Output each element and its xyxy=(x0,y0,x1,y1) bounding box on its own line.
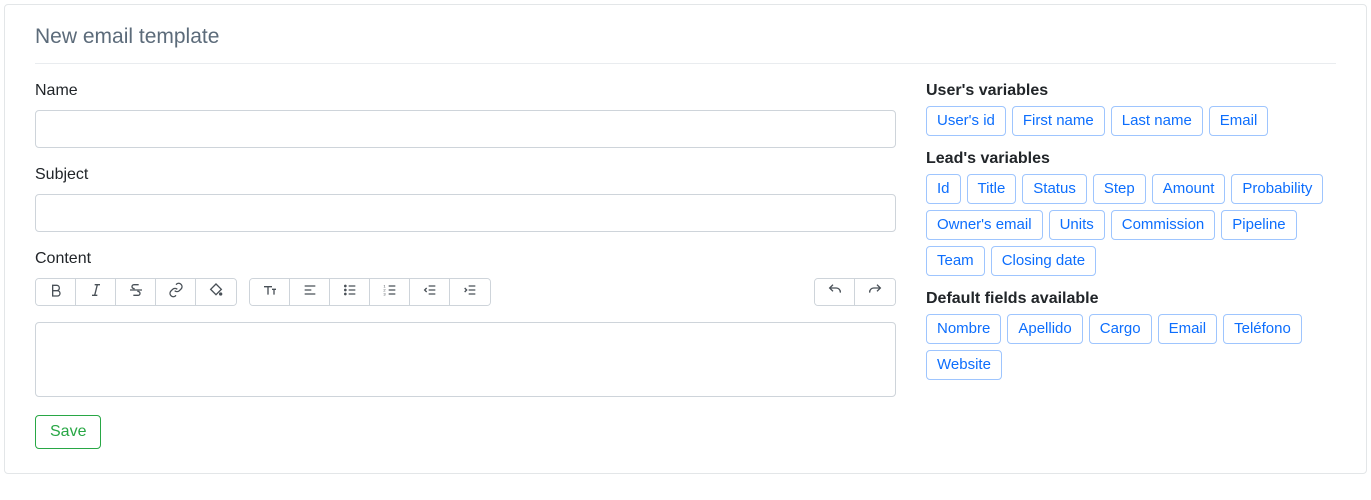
toolbar-group-history xyxy=(814,278,896,306)
unordered-list-icon xyxy=(342,282,358,303)
variable-tag[interactable]: Probability xyxy=(1231,174,1323,204)
redo-button[interactable] xyxy=(855,279,895,305)
undo-button[interactable] xyxy=(815,279,855,305)
variable-tag[interactable]: Owner's email xyxy=(926,210,1043,240)
variable-tag[interactable]: Nombre xyxy=(926,314,1001,344)
variable-tag[interactable]: Team xyxy=(926,246,985,276)
variable-tag[interactable]: Email xyxy=(1158,314,1218,344)
unordered-list-button[interactable] xyxy=(330,279,370,305)
strike-button[interactable] xyxy=(116,279,156,305)
default-fields-tags: Nombre Apellido Cargo Email Teléfono Web… xyxy=(926,314,1336,380)
card: New email template Name Subject Content xyxy=(4,4,1367,474)
bold-button[interactable] xyxy=(36,279,76,305)
user-variables-section: User's variables User's id First name La… xyxy=(926,82,1336,136)
undo-icon xyxy=(827,282,843,303)
name-group: Name xyxy=(35,82,896,148)
variable-tag[interactable]: Id xyxy=(926,174,961,204)
user-variables-heading: User's variables xyxy=(926,82,1336,100)
fill-icon xyxy=(208,282,224,303)
variable-tag[interactable]: Step xyxy=(1093,174,1146,204)
main-column: Name Subject Content xyxy=(35,82,896,449)
content-editor[interactable] xyxy=(35,322,896,397)
content-group: Content xyxy=(35,250,896,397)
variable-tag[interactable]: Pipeline xyxy=(1221,210,1296,240)
bold-icon xyxy=(48,282,64,303)
ordered-list-button[interactable]: 123 xyxy=(370,279,410,305)
outdent-icon xyxy=(422,282,438,303)
variable-tag[interactable]: Website xyxy=(926,350,1002,380)
variable-tag[interactable]: Teléfono xyxy=(1223,314,1302,344)
fontsize-icon xyxy=(262,282,278,303)
name-input[interactable] xyxy=(35,110,896,148)
subject-label: Subject xyxy=(35,166,896,184)
toolbar-group-format xyxy=(35,278,237,306)
editor-toolbar: 123 xyxy=(35,278,896,306)
toolbar-group-paragraph: 123 xyxy=(249,278,491,306)
lead-variables-section: Lead's variables Id Title Status Step Am… xyxy=(926,150,1336,276)
default-fields-heading: Default fields available xyxy=(926,290,1336,308)
fill-button[interactable] xyxy=(196,279,236,305)
variable-tag[interactable]: First name xyxy=(1012,106,1105,136)
content-label: Content xyxy=(35,250,896,268)
variable-tag[interactable]: Apellido xyxy=(1007,314,1082,344)
italic-button[interactable] xyxy=(76,279,116,305)
indent-icon xyxy=(462,282,478,303)
page-title: New email template xyxy=(35,25,1336,49)
variable-tag[interactable]: Commission xyxy=(1111,210,1216,240)
variable-tag[interactable]: Last name xyxy=(1111,106,1203,136)
svg-text:3: 3 xyxy=(383,291,386,296)
variable-tag[interactable]: Closing date xyxy=(991,246,1096,276)
link-button[interactable] xyxy=(156,279,196,305)
strike-icon xyxy=(128,282,144,303)
indent-button[interactable] xyxy=(450,279,490,305)
subject-input[interactable] xyxy=(35,194,896,232)
variables-sidebar: User's variables User's id First name La… xyxy=(926,82,1336,449)
name-label: Name xyxy=(35,82,896,100)
variable-tag[interactable]: Amount xyxy=(1152,174,1226,204)
align-icon xyxy=(302,282,318,303)
default-fields-section: Default fields available Nombre Apellido… xyxy=(926,290,1336,380)
subject-group: Subject xyxy=(35,166,896,232)
align-button[interactable] xyxy=(290,279,330,305)
layout: Name Subject Content xyxy=(35,82,1336,449)
variable-tag[interactable]: Cargo xyxy=(1089,314,1152,344)
variable-tag[interactable]: Status xyxy=(1022,174,1087,204)
variable-tag[interactable]: User's id xyxy=(926,106,1006,136)
redo-icon xyxy=(867,282,883,303)
lead-variables-tags: Id Title Status Step Amount Probability … xyxy=(926,174,1336,276)
link-icon xyxy=(168,282,184,303)
save-button[interactable]: Save xyxy=(35,415,101,449)
italic-icon xyxy=(88,282,104,303)
variable-tag[interactable]: Units xyxy=(1049,210,1105,240)
variable-tag[interactable]: Title xyxy=(967,174,1017,204)
variable-tag[interactable]: Email xyxy=(1209,106,1269,136)
user-variables-tags: User's id First name Last name Email xyxy=(926,106,1336,136)
outdent-button[interactable] xyxy=(410,279,450,305)
fontsize-button[interactable] xyxy=(250,279,290,305)
divider xyxy=(35,63,1336,64)
lead-variables-heading: Lead's variables xyxy=(926,150,1336,168)
ordered-list-icon: 123 xyxy=(382,282,398,303)
